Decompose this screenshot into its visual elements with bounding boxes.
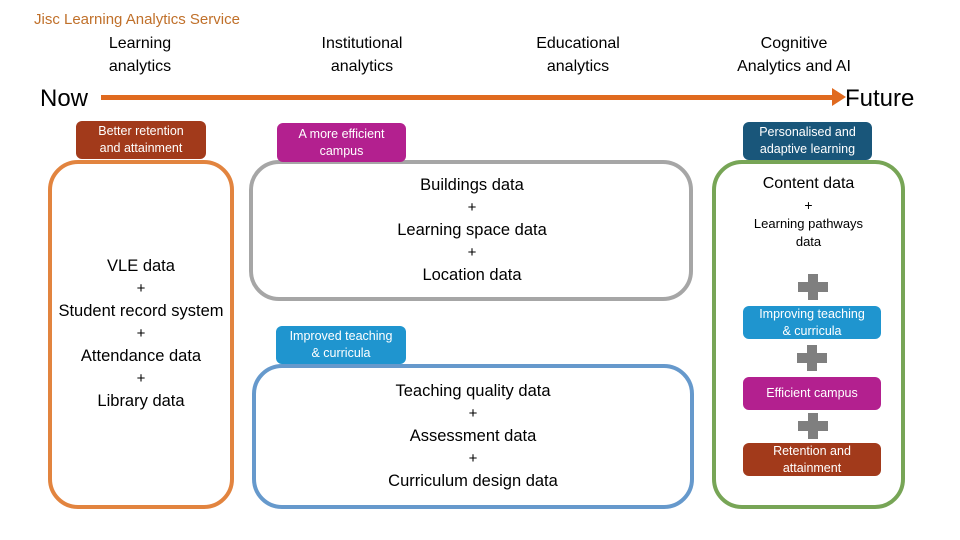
data-item: Curriculum design data (388, 472, 558, 490)
cognitive-data-list: Content data + Learning pathways data (716, 173, 901, 251)
pill-better-retention: Better retention and attainment (76, 121, 206, 159)
data-item: VLE data (107, 257, 175, 275)
data-item: Teaching quality data (395, 382, 551, 400)
stage-educational-analytics: Educational analytics (518, 32, 638, 78)
data-item: Assessment data (409, 427, 537, 445)
stage-line: Educational (536, 35, 620, 52)
stage-line: analytics (546, 58, 610, 75)
pill-line: & curricula (311, 346, 371, 360)
pill-line: Efficient campus (766, 386, 858, 400)
data-item: Learning space data (397, 221, 547, 239)
timeline-end-label: Future (845, 85, 915, 112)
data-item: Learning pathways (753, 216, 864, 231)
plus-icon (798, 413, 828, 439)
plus-sign: + (467, 243, 477, 261)
pill-line: Improved teaching (289, 329, 393, 343)
pill-line: and attainment (99, 141, 183, 155)
timeline-arrow-line (101, 95, 836, 100)
plus-sign: + (136, 369, 146, 387)
pill-line: A more efficient (298, 126, 385, 141)
data-item: Content data (762, 175, 855, 192)
timeline-start-label: Now (40, 85, 89, 112)
plus-sign: + (467, 198, 477, 216)
stage-line: analytics (108, 58, 172, 75)
plus-sign: + (468, 404, 478, 422)
plus-sign: + (136, 279, 146, 297)
pill-efficient-campus: A more efficient campus (277, 123, 406, 162)
data-item: data (795, 234, 822, 249)
plus-sign: + (136, 324, 146, 342)
plus-icon (798, 274, 828, 300)
pill-line: Better retention (98, 124, 184, 138)
plus-icon (797, 345, 827, 371)
stage-learning-analytics: Learning analytics (90, 32, 190, 78)
teaching-data-list: Teaching quality data + Assessment data … (362, 380, 584, 493)
data-item: Location data (422, 266, 522, 284)
data-item: Student record system (58, 302, 224, 320)
stage-line: Cognitive (760, 35, 828, 52)
data-item: Attendance data (80, 347, 202, 365)
plus-sign: + (804, 197, 813, 213)
stage-institutional-analytics: Institutional analytics (302, 32, 422, 78)
stage-line: Institutional (321, 35, 403, 52)
pill-line: attainment (782, 460, 842, 475)
stage-line: analytics (330, 58, 394, 75)
plus-sign: + (468, 449, 478, 467)
pill-line: Improving teaching (759, 306, 865, 321)
campus-data-list: Buildings data + Learning space data + L… (372, 174, 572, 287)
pill-line: Retention and (773, 443, 851, 458)
data-item: Buildings data (420, 176, 524, 194)
pill-line: Personalised and (759, 125, 856, 139)
learning-data-list: VLE data + Student record system + Atten… (50, 255, 232, 413)
pill-line: adaptive learning (759, 142, 856, 156)
pill-line: campus (319, 143, 364, 158)
stage-line: Analytics and AI (737, 58, 851, 75)
stage-line: Learning (108, 35, 172, 52)
pill-line: & curricula (782, 323, 842, 338)
pill-improved-teaching: Improved teaching & curricula (276, 326, 406, 364)
stack-retention-attainment: Retention and attainment (743, 443, 881, 476)
stack-improving-teaching: Improving teaching & curricula (743, 306, 881, 339)
stage-cognitive-analytics: Cognitive Analytics and AI (724, 32, 864, 78)
arrow-right-icon (832, 88, 846, 106)
pill-personalised-learning: Personalised and adaptive learning (743, 122, 872, 160)
data-item: Library data (97, 392, 185, 410)
service-title: Jisc Learning Analytics Service (34, 11, 240, 28)
stack-efficient-campus: Efficient campus (743, 377, 881, 410)
